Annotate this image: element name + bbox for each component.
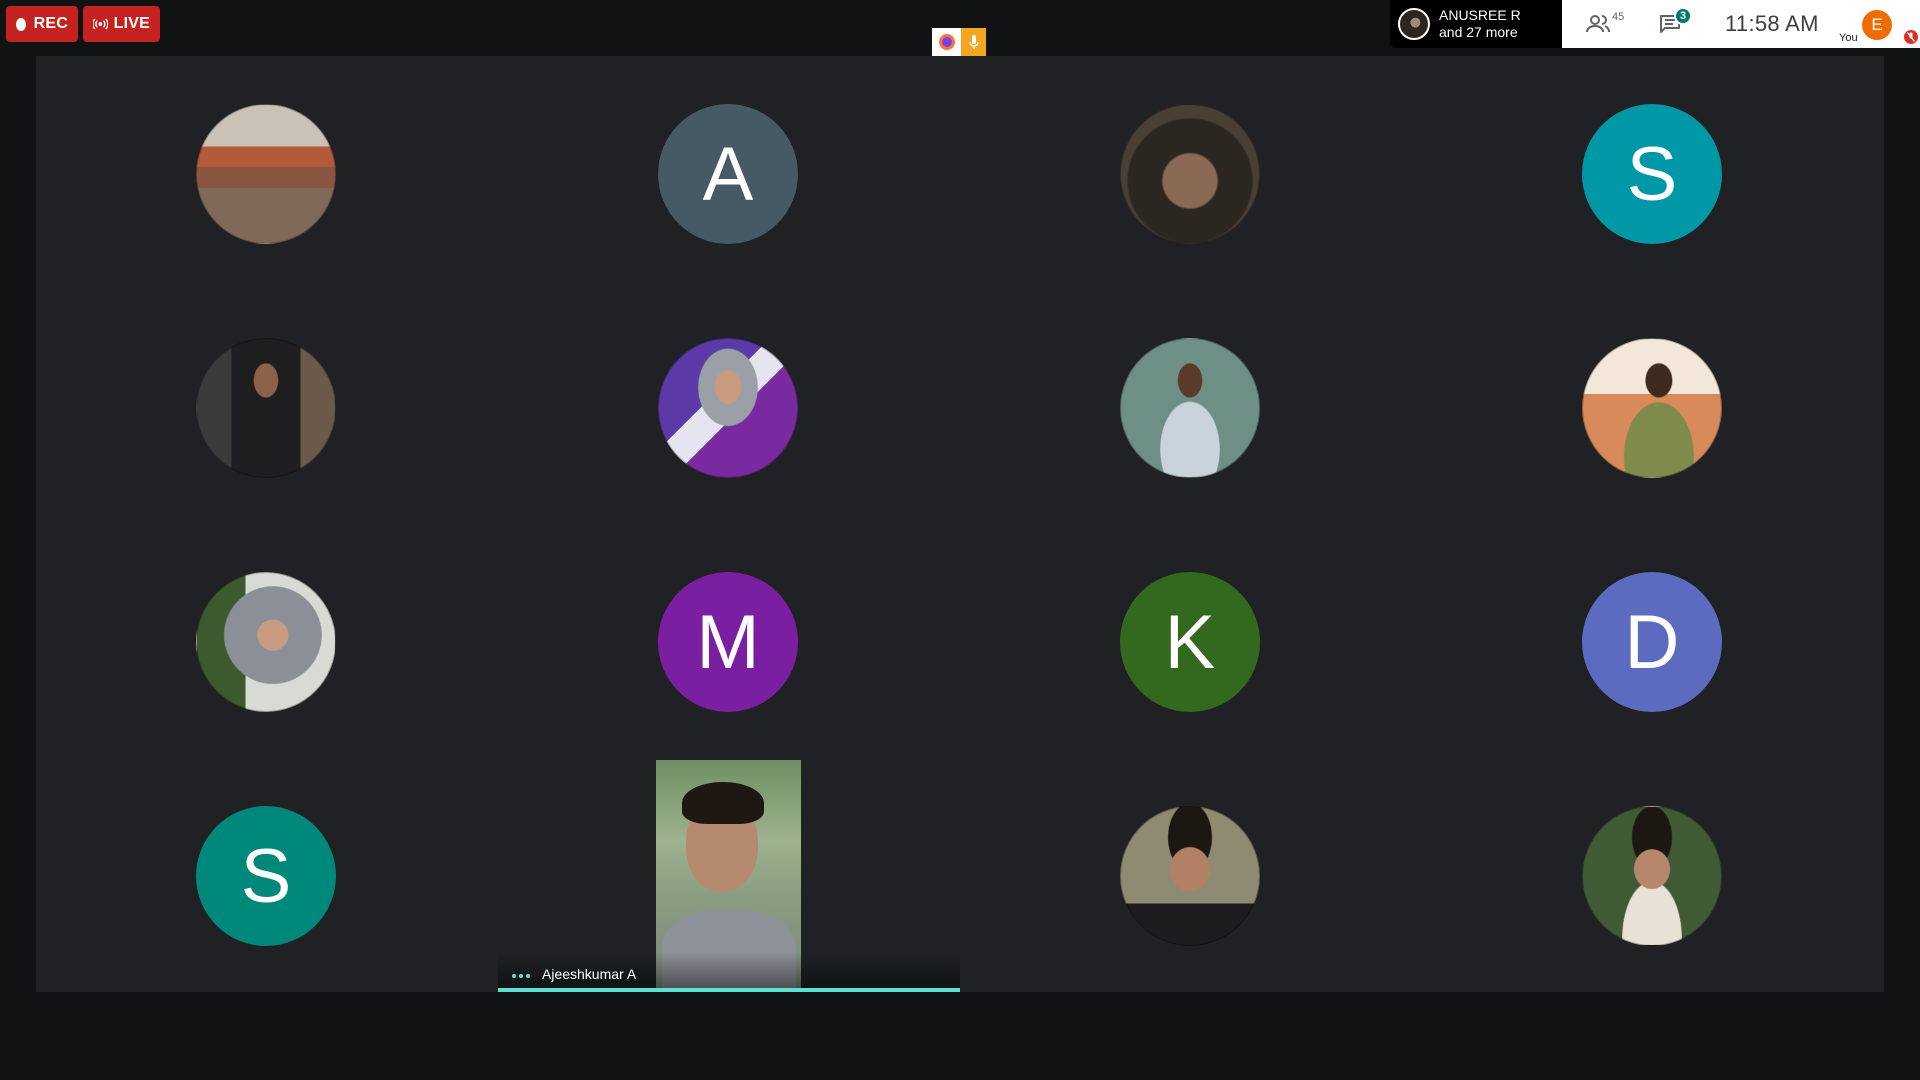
participant-tile[interactable] bbox=[36, 524, 498, 758]
participant-tile[interactable]: A bbox=[498, 56, 960, 290]
portrait-photo bbox=[196, 338, 336, 478]
microphone-icon bbox=[961, 28, 986, 56]
portrait-photo bbox=[1120, 338, 1260, 478]
participant-tile[interactable] bbox=[1422, 290, 1884, 524]
participant-tile[interactable] bbox=[960, 758, 1422, 992]
participant-initial-avatar: S bbox=[1582, 104, 1722, 244]
portrait-photo bbox=[1120, 104, 1260, 244]
participant-initial-avatar: D bbox=[1582, 572, 1722, 712]
self-label: You bbox=[1839, 32, 1858, 44]
portrait-photo bbox=[1120, 806, 1260, 946]
self-view-tile[interactable]: E You bbox=[1835, 0, 1920, 48]
participant-tile[interactable] bbox=[36, 56, 498, 290]
top-bar: REC LIVE ANUSREE R and 27 more 45 3 11:5… bbox=[0, 0, 1920, 56]
participant-initial-avatar: A bbox=[658, 104, 798, 244]
participant-tile[interactable]: M bbox=[498, 524, 960, 758]
participant-tile[interactable] bbox=[1422, 758, 1884, 992]
participant-tile[interactable] bbox=[36, 290, 498, 524]
meeting-info-panel: 45 3 11:58 AM E You bbox=[1562, 0, 1920, 48]
firefox-icon bbox=[932, 28, 961, 56]
participant-name: Ajeeshkumar A bbox=[542, 966, 637, 982]
participant-tile[interactable] bbox=[960, 290, 1422, 524]
self-avatar: E bbox=[1862, 10, 1892, 40]
participant-tile[interactable] bbox=[960, 56, 1422, 290]
recording-badge[interactable]: REC bbox=[6, 6, 78, 42]
portrait-photo bbox=[658, 338, 798, 478]
participant-tile[interactable] bbox=[498, 290, 960, 524]
participant-tile[interactable]: K bbox=[960, 524, 1422, 758]
speaking-highlight bbox=[498, 988, 960, 992]
participant-grid: A S M K D S Ajeeshkumar A bbox=[36, 56, 1884, 992]
speaking-indicator-icon bbox=[512, 974, 530, 978]
portrait-photo bbox=[196, 572, 336, 712]
active-speaker-chip[interactable]: ANUSREE R and 27 more bbox=[1390, 0, 1562, 48]
portrait-photo bbox=[1582, 338, 1722, 478]
record-dot-icon bbox=[16, 17, 26, 31]
speaker-name: ANUSREE R bbox=[1439, 7, 1521, 23]
participant-initial-avatar: K bbox=[1120, 572, 1260, 712]
participant-initial-avatar: M bbox=[658, 572, 798, 712]
broadcast-icon bbox=[93, 18, 108, 30]
participant-tile[interactable]: S bbox=[36, 758, 498, 992]
mic-muted-icon bbox=[1904, 30, 1918, 44]
speaker-avatar bbox=[1398, 8, 1430, 40]
active-video-tile[interactable]: Ajeeshkumar A bbox=[498, 758, 960, 992]
browser-sharing-indicator[interactable] bbox=[932, 28, 986, 56]
meeting-clock: 11:58 AM bbox=[1725, 11, 1819, 36]
rec-label: REC bbox=[33, 15, 68, 32]
participant-initial-avatar: S bbox=[196, 806, 336, 946]
participant-count: 45 bbox=[1612, 11, 1625, 23]
live-label: LIVE bbox=[113, 15, 150, 32]
portrait-photo bbox=[1582, 806, 1722, 946]
chat-unread-badge: 3 bbox=[1674, 7, 1692, 25]
live-badge[interactable]: LIVE bbox=[83, 6, 160, 42]
participant-tile[interactable]: D bbox=[1422, 524, 1884, 758]
participant-tile[interactable]: S bbox=[1422, 56, 1884, 290]
classroom-photo bbox=[196, 104, 336, 244]
people-icon[interactable] bbox=[1586, 14, 1610, 34]
speaker-more: and 27 more bbox=[1439, 24, 1518, 40]
